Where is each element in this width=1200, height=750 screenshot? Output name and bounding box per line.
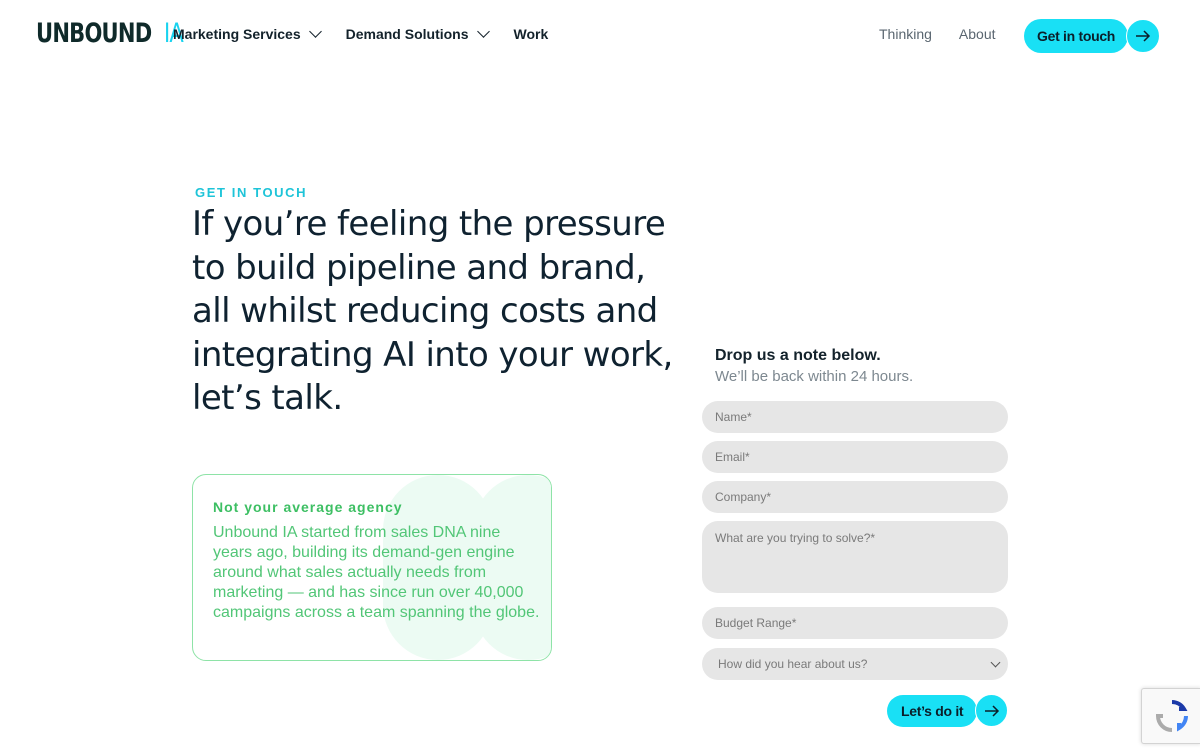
chevron-down-icon bbox=[476, 25, 490, 38]
logo[interactable]: UNBOUND IA bbox=[36, 18, 188, 49]
source-select[interactable]: How did you hear about us? bbox=[702, 648, 1008, 680]
agency-info-card: Not your average agency Unbound IA start… bbox=[192, 474, 552, 661]
form-subtitle: We’ll be back within 24 hours. bbox=[715, 368, 914, 385]
email-field[interactable] bbox=[702, 441, 1008, 473]
form-title: Drop us a note below. bbox=[715, 347, 881, 364]
get-in-touch-label: Get in touch bbox=[1024, 19, 1129, 53]
source-select-value: How did you hear about us? bbox=[718, 657, 868, 671]
recaptcha-badge[interactable] bbox=[1141, 688, 1200, 744]
nav-work[interactable]: Work bbox=[514, 26, 549, 42]
card-body: Unbound IA started from sales DNA nine y… bbox=[213, 524, 540, 621]
nav-marketing-services[interactable]: Marketing Services bbox=[173, 25, 322, 42]
recaptcha-icon bbox=[1155, 700, 1188, 732]
eyebrow-label: GET IN TOUCH bbox=[195, 185, 308, 200]
page-headline: If you’re feeling the pressure to build … bbox=[192, 204, 673, 418]
nav-item-label: Work bbox=[513, 26, 549, 42]
nav-item-label: Demand Solutions bbox=[345, 26, 469, 42]
submit-button[interactable]: Let’s do it bbox=[887, 694, 1009, 727]
name-field[interactable] bbox=[702, 401, 1008, 433]
arrow-right-icon bbox=[1126, 19, 1161, 53]
problem-textarea[interactable] bbox=[702, 521, 1008, 593]
logo-main-text: UNBOUND bbox=[36, 18, 152, 49]
budget-field[interactable] bbox=[702, 607, 1008, 639]
main-nav: Marketing Services Demand Solutions Work bbox=[173, 25, 549, 42]
submit-label: Let’s do it bbox=[887, 694, 978, 727]
nav-demand-solutions[interactable]: Demand Solutions bbox=[345, 25, 490, 42]
chevron-down-icon bbox=[308, 25, 322, 38]
chevron-down-icon bbox=[990, 657, 1001, 668]
nav-thinking-link[interactable]: Thinking bbox=[879, 26, 932, 42]
secondary-nav: Thinking About bbox=[879, 26, 996, 42]
get-in-touch-button[interactable]: Get in touch bbox=[1024, 19, 1161, 53]
card-title: Not your average agency bbox=[213, 499, 403, 515]
arrow-right-icon bbox=[975, 694, 1009, 727]
company-field[interactable] bbox=[702, 481, 1008, 513]
nav-about-link[interactable]: About bbox=[959, 26, 996, 42]
nav-item-label: Marketing Services bbox=[173, 26, 301, 42]
